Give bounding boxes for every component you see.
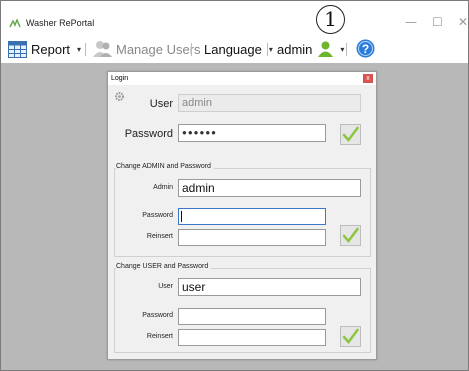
toolbar: Report ▾ Manage Users Language ▾ admin ▾… bbox=[1, 35, 468, 63]
chevron-down-icon: ▾ bbox=[268, 44, 273, 54]
help-icon[interactable]: ? bbox=[356, 39, 375, 58]
toolbar-divider bbox=[267, 43, 268, 56]
callout-marker: 1 bbox=[316, 5, 345, 34]
current-user-label: admin bbox=[277, 41, 313, 57]
login-confirm-button[interactable] bbox=[340, 124, 361, 145]
window-title: Washer RePortal bbox=[26, 18, 95, 28]
chevron-down-icon: ▾ bbox=[340, 44, 345, 54]
user-confirm-button[interactable] bbox=[340, 326, 361, 347]
admin-reinsert-label: Reinsert bbox=[146, 233, 173, 240]
user-password-label: Password bbox=[142, 312, 173, 319]
user-reinsert-field[interactable] bbox=[178, 329, 326, 346]
admin-confirm-button[interactable] bbox=[340, 225, 361, 246]
language-label: Language bbox=[204, 41, 262, 57]
app-logo-icon bbox=[9, 19, 21, 28]
toolbar-divider bbox=[85, 43, 86, 56]
toolbar-divider bbox=[346, 43, 347, 56]
svg-text:?: ? bbox=[362, 42, 369, 56]
user-password-field[interactable] bbox=[178, 308, 326, 325]
login-password-label: Password bbox=[124, 128, 173, 140]
minimize-button[interactable]: — bbox=[405, 15, 417, 29]
title-bar: Washer RePortal — ☐ ✕ bbox=[1, 1, 468, 35]
login-password-field[interactable]: ●●●●●● bbox=[178, 124, 326, 142]
user-name-label: User bbox=[158, 283, 173, 290]
manage-users-label: Manage Users bbox=[116, 41, 201, 57]
gear-icon bbox=[115, 92, 124, 101]
user-name-field[interactable]: user bbox=[178, 278, 361, 296]
language-menu-button[interactable]: Language ▾ bbox=[204, 39, 273, 59]
check-icon bbox=[342, 328, 359, 344]
toolbar-divider bbox=[191, 43, 192, 56]
check-icon bbox=[342, 227, 359, 243]
user-section-title: Change USER and Password bbox=[116, 263, 212, 270]
login-dialog: Login x User admin Password ●●●●●● Chang… bbox=[107, 71, 377, 360]
manage-users-button[interactable]: Manage Users bbox=[93, 39, 201, 59]
admin-section-title: Change ADMIN and Password bbox=[116, 163, 214, 170]
admin-reinsert-field[interactable] bbox=[178, 229, 326, 246]
report-label: Report bbox=[31, 41, 71, 57]
app-window: Washer RePortal — ☐ ✕ Report ▾ Manage Us… bbox=[0, 0, 469, 371]
close-button[interactable]: ✕ bbox=[458, 15, 468, 29]
admin-name-field[interactable]: admin bbox=[178, 179, 361, 197]
user-reinsert-label: Reinsert bbox=[146, 333, 173, 340]
users-icon bbox=[93, 41, 112, 57]
check-icon bbox=[342, 126, 359, 142]
maximize-button[interactable]: ☐ bbox=[432, 15, 443, 29]
admin-password-field[interactable] bbox=[178, 208, 326, 225]
dialog-close-button[interactable]: x bbox=[363, 74, 373, 83]
admin-password-label: Password bbox=[142, 212, 173, 219]
user-menu-button[interactable]: admin ▾ bbox=[277, 39, 344, 59]
login-user-field: admin bbox=[178, 94, 361, 112]
login-user-label: User bbox=[149, 98, 173, 110]
admin-name-label: Admin bbox=[153, 184, 173, 191]
dialog-title-bar: Login x bbox=[108, 72, 376, 85]
dialog-title: Login bbox=[111, 75, 129, 82]
chevron-down-icon: ▾ bbox=[77, 44, 82, 54]
report-table-icon bbox=[8, 40, 27, 58]
report-menu-button[interactable]: Report ▾ bbox=[8, 39, 81, 59]
user-icon bbox=[318, 41, 334, 57]
text-cursor bbox=[181, 211, 182, 222]
